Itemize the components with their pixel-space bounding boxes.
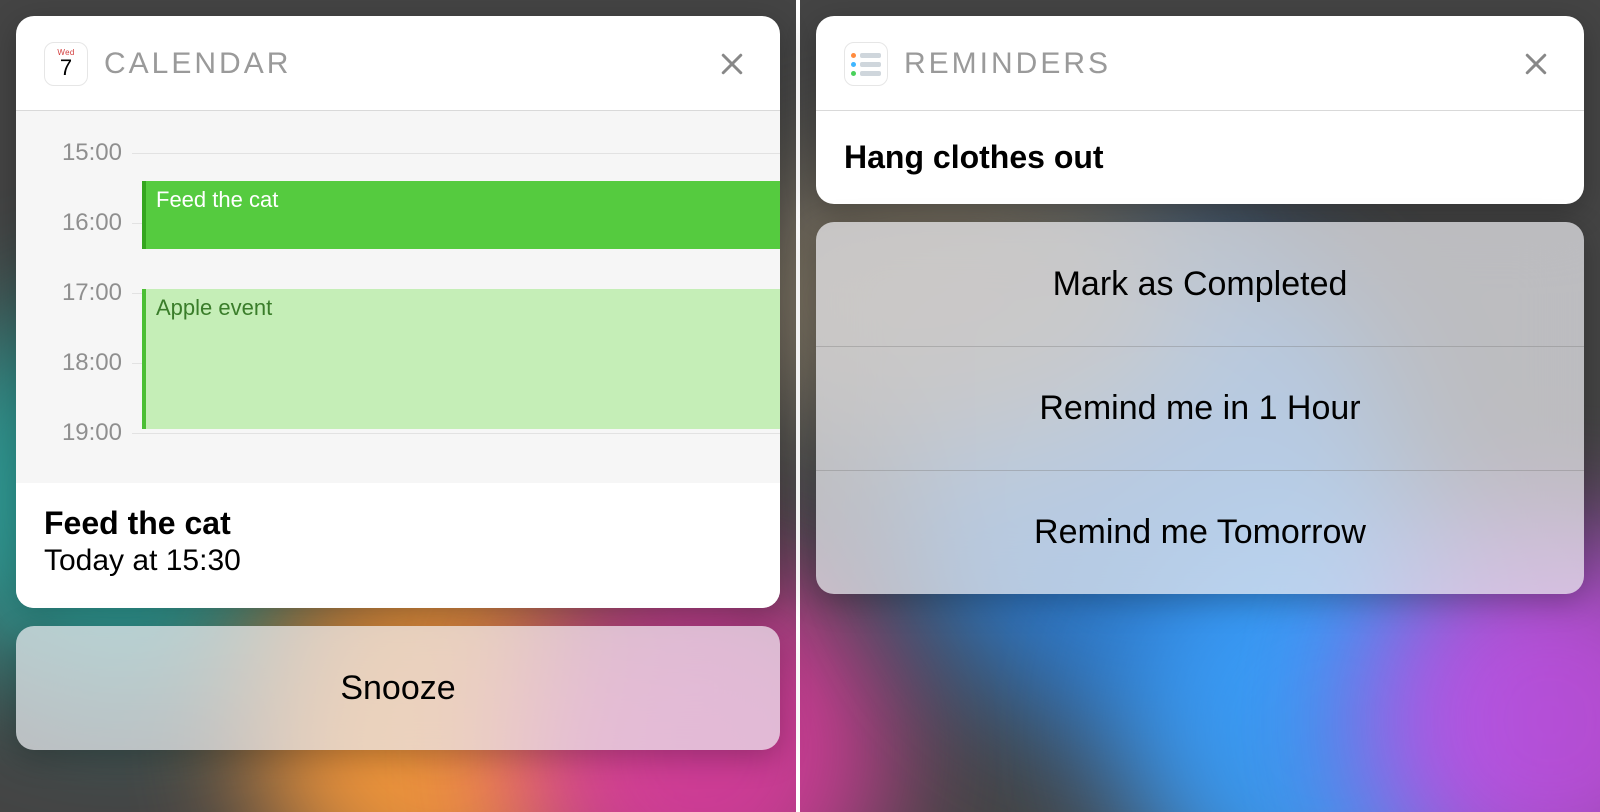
calendar-card: Wed 7 CALENDAR 15:00 16:00 17:00 18:00 1… xyxy=(16,16,780,608)
reminders-app-icon xyxy=(844,42,888,86)
calendar-app-label: CALENDAR xyxy=(104,47,696,81)
reminders-notification-pane: REMINDERS Hang clothes out Mark as Compl… xyxy=(800,0,1600,812)
close-button[interactable] xyxy=(1516,44,1556,84)
hour-label: 15:00 xyxy=(16,139,132,167)
hour-label: 19:00 xyxy=(16,419,132,447)
hour-label: 16:00 xyxy=(16,209,132,237)
reminders-card: REMINDERS Hang clothes out xyxy=(816,16,1584,204)
calendar-icon-daynum: 7 xyxy=(60,57,72,79)
calendar-detail: Feed the cat Today at 15:30 xyxy=(16,483,780,608)
close-button[interactable] xyxy=(712,44,752,84)
reminder-body: Hang clothes out xyxy=(816,111,1584,204)
hour-label: 18:00 xyxy=(16,349,132,377)
calendar-timeline: 15:00 16:00 17:00 18:00 19:00 Feed the c… xyxy=(16,111,780,483)
calendar-app-icon: Wed 7 xyxy=(44,42,88,86)
reminders-header: REMINDERS xyxy=(816,16,1584,111)
reminders-app-label: REMINDERS xyxy=(904,47,1500,81)
event-detail-time: Today at 15:30 xyxy=(44,544,752,578)
remind-tomorrow-button[interactable]: Remind me Tomorrow xyxy=(816,470,1584,594)
calendar-actions: Snooze xyxy=(16,626,780,750)
remind-1-hour-button[interactable]: Remind me in 1 Hour xyxy=(816,346,1584,470)
hour-label: 17:00 xyxy=(16,279,132,307)
mark-completed-button[interactable]: Mark as Completed xyxy=(816,222,1584,346)
calendar-event[interactable]: Feed the cat xyxy=(142,181,780,249)
close-icon xyxy=(1521,49,1551,79)
snooze-button[interactable]: Snooze xyxy=(16,626,780,750)
close-icon xyxy=(717,49,747,79)
calendar-event-title: Feed the cat xyxy=(156,187,278,212)
calendar-event[interactable]: Apple event xyxy=(142,289,780,429)
reminder-text: Hang clothes out xyxy=(844,139,1556,176)
calendar-header: Wed 7 CALENDAR xyxy=(16,16,780,111)
event-detail-title: Feed the cat xyxy=(44,505,752,542)
reminders-actions: Mark as Completed Remind me in 1 Hour Re… xyxy=(816,222,1584,594)
calendar-notification-pane: Wed 7 CALENDAR 15:00 16:00 17:00 18:00 1… xyxy=(0,0,800,812)
calendar-event-title: Apple event xyxy=(156,295,272,320)
